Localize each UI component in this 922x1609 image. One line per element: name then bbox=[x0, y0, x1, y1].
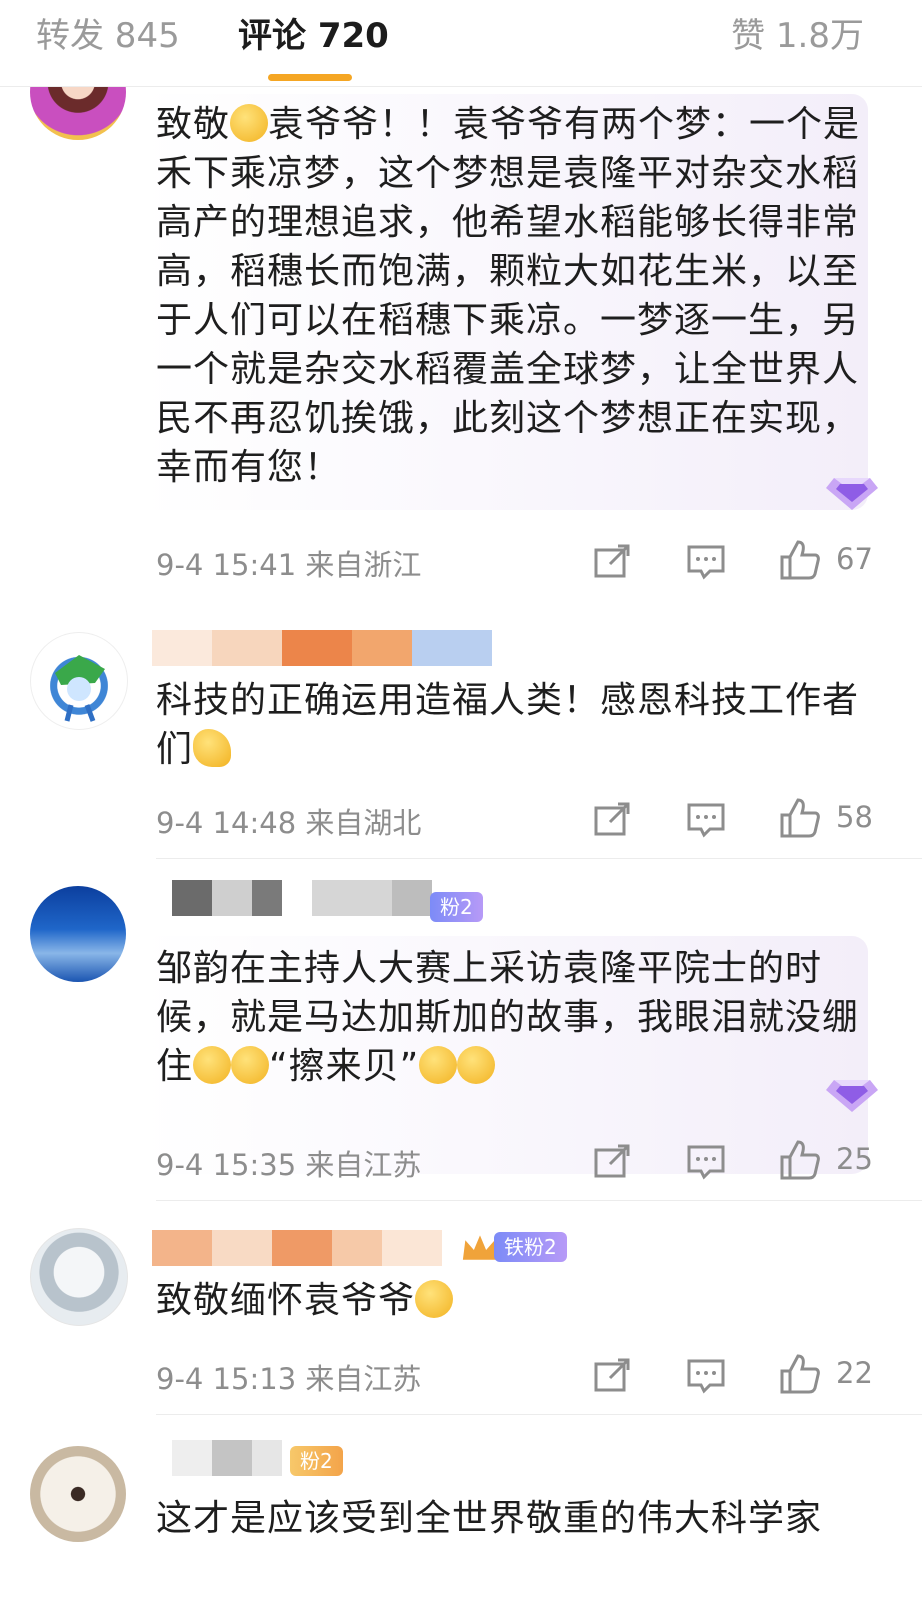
like-count: 58 bbox=[836, 800, 873, 834]
comment-item: 粉2 这才是应该受到全世界敬重的伟大科学家 bbox=[0, 1416, 922, 1609]
active-tab-indicator bbox=[268, 74, 352, 81]
comment-text: 这才是应该受到全世界敬重的伟大科学家 bbox=[156, 1494, 876, 1543]
dizzy-face-emoji-icon bbox=[419, 1046, 458, 1084]
thumbs-up-icon[interactable] bbox=[778, 1138, 822, 1182]
share-icon[interactable] bbox=[590, 1354, 634, 1398]
comment-text-part: 致敬 bbox=[156, 104, 231, 145]
reply-icon[interactable] bbox=[684, 1354, 728, 1398]
tab-likes[interactable]: 赞 1.8万 bbox=[731, 14, 864, 58]
comment-text: 致敬缅怀袁爷爷 bbox=[156, 1276, 876, 1325]
avatar[interactable] bbox=[30, 632, 128, 730]
comment-meta: 9-4 15:13 来自江苏 bbox=[156, 1362, 422, 1396]
fan-level-badge: 铁粉2 bbox=[494, 1232, 567, 1262]
thumbs-up-icon[interactable] bbox=[778, 538, 822, 582]
crying-emoji-icon bbox=[193, 1046, 232, 1084]
comment-meta: 9-4 15:35 来自江苏 bbox=[156, 1148, 422, 1182]
diamond-badge-icon bbox=[822, 464, 882, 514]
comment-item: 致敬 袁爷爷！！袁爷爷有两个梦：一个是禾下乘凉梦，这个梦想是袁隆平对杂交水稻高产的… bbox=[0, 0, 922, 600]
comment-tabs: 转发 845 评论 720 赞 1.8万 bbox=[0, 0, 922, 87]
fan-level-badge: 粉2 bbox=[290, 1446, 343, 1476]
share-icon[interactable] bbox=[590, 1140, 634, 1184]
comment-text-part: “擦来贝” bbox=[269, 1046, 420, 1087]
crown-icon bbox=[458, 1228, 498, 1264]
share-icon[interactable] bbox=[590, 798, 634, 842]
comment-meta: 9-4 15:41 来自浙江 bbox=[156, 548, 422, 582]
comment-meta: 9-4 14:48 来自湖北 bbox=[156, 806, 422, 840]
reply-icon[interactable] bbox=[684, 1140, 728, 1184]
username-blurred[interactable] bbox=[152, 1440, 282, 1476]
avatar[interactable] bbox=[30, 886, 126, 982]
reply-icon[interactable] bbox=[684, 540, 728, 584]
comment-item: 科技的正确运用造福人类！感恩科技工作者们 9-4 14:48 来自湖北 58 bbox=[0, 600, 922, 860]
comment-text-part: 科技的正确运用造福人类！感恩科技工作者们 bbox=[156, 680, 860, 770]
share-icon[interactable] bbox=[590, 540, 634, 584]
comment-text-part: 袁爷爷！！袁爷爷有两个梦：一个是禾下乘凉梦，这个梦想是袁隆平对杂交水稻高产的理想… bbox=[156, 104, 861, 488]
like-count: 22 bbox=[836, 1356, 873, 1390]
thumbs-up-icon[interactable] bbox=[778, 1352, 822, 1396]
comment-text-part: 这才是应该受到全世界敬重的伟大科学家 bbox=[156, 1498, 823, 1539]
dizzy-face-emoji-icon bbox=[415, 1280, 454, 1318]
reply-icon[interactable] bbox=[684, 798, 728, 842]
comment-text: 致敬 袁爷爷！！袁爷爷有两个梦：一个是禾下乘凉梦，这个梦想是袁隆平对杂交水稻高产的… bbox=[156, 100, 876, 492]
username-blurred[interactable] bbox=[152, 880, 472, 916]
comment-divider bbox=[156, 858, 922, 859]
comment-item: 铁粉2 致敬缅怀袁爷爷 9-4 15:13 来自江苏 22 bbox=[0, 1200, 922, 1416]
diamond-badge-icon bbox=[822, 1066, 882, 1116]
comment-divider bbox=[156, 1414, 922, 1415]
salute-emoji-icon bbox=[230, 104, 269, 142]
crying-emoji-icon bbox=[231, 1046, 270, 1084]
username-blurred[interactable] bbox=[152, 630, 492, 666]
dizzy-face-emoji-icon bbox=[457, 1046, 496, 1084]
flexed-biceps-emoji-icon bbox=[193, 729, 232, 767]
fan-level-badge: 粉2 bbox=[430, 892, 483, 922]
tab-repost[interactable]: 转发 845 bbox=[36, 14, 180, 58]
comment-text: 邹韵在主持人大赛上采访袁隆平院士的时候，就是马达加斯加的故事，我眼泪就没绷住 “擦… bbox=[156, 944, 876, 1091]
avatar[interactable] bbox=[30, 1228, 128, 1326]
thumbs-up-icon[interactable] bbox=[778, 796, 822, 840]
comment-item: 粉2 邹韵在主持人大赛上采访袁隆平院士的时候，就是马达加斯加的故事，我眼泪就没绷… bbox=[0, 860, 922, 1201]
avatar[interactable] bbox=[30, 1446, 126, 1542]
comment-text-part: 致敬缅怀袁爷爷 bbox=[156, 1280, 416, 1321]
like-count: 25 bbox=[836, 1142, 873, 1176]
comment-text: 科技的正确运用造福人类！感恩科技工作者们 bbox=[156, 676, 876, 774]
like-count: 67 bbox=[836, 542, 873, 576]
username-blurred[interactable] bbox=[152, 1230, 442, 1266]
